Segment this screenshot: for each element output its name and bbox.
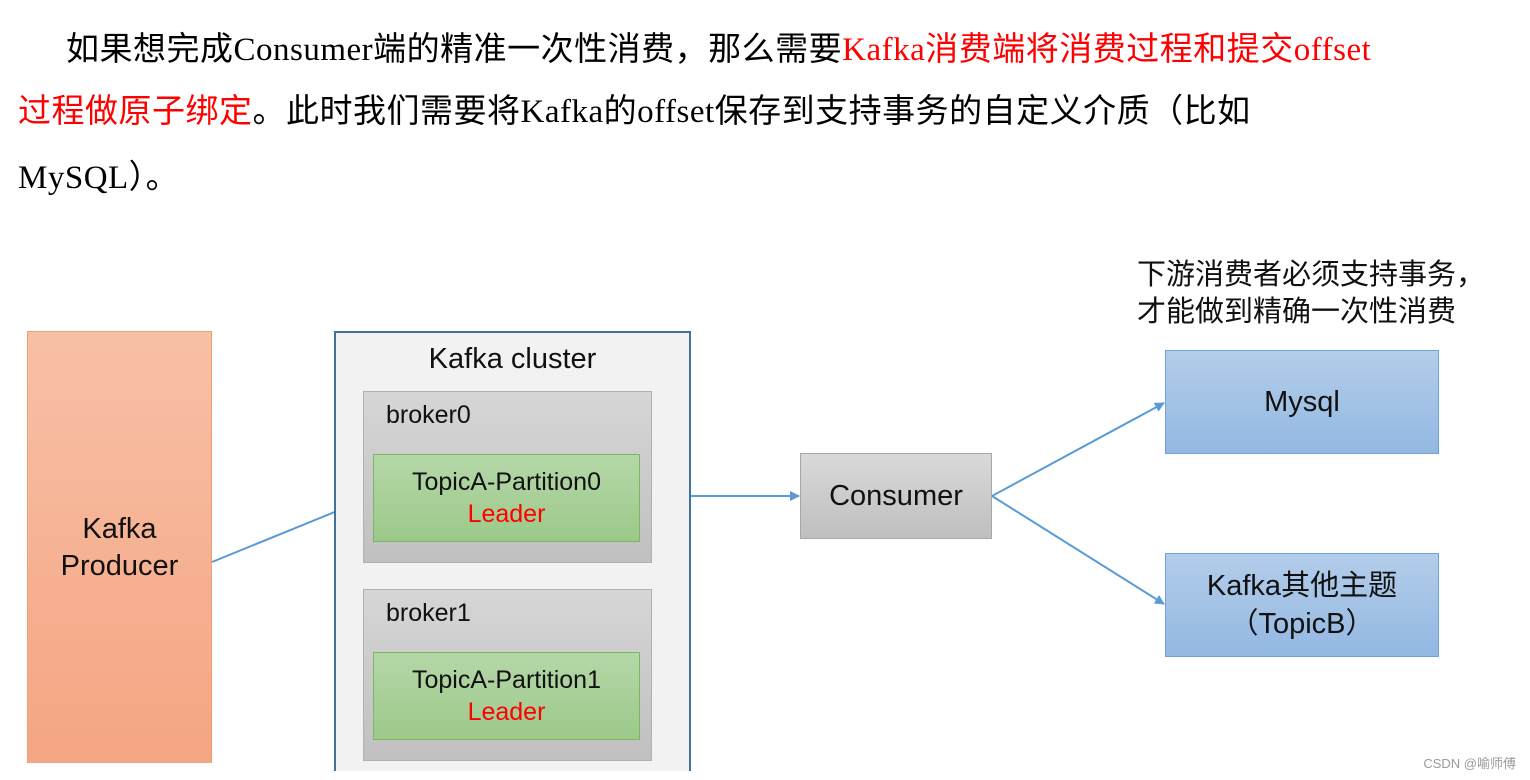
target-label: Kafka其他主题 — [1206, 570, 1398, 602]
consumer-label: Consumer — [829, 479, 963, 512]
broker-box: broker1 TopicA-Partition1 Leader — [363, 589, 652, 761]
broker-box: broker0 TopicA-Partition0 Leader — [363, 391, 652, 563]
broker-label: broker1 — [386, 599, 471, 627]
partition-box: TopicA-Partition1 Leader — [373, 652, 640, 740]
note-line-1: 下游消费者必须支持事务， — [1137, 259, 1486, 291]
kafka-cluster-box: Kafka cluster broker0 TopicA-Partition0 … — [334, 331, 691, 771]
watermark: CSDN @喻师傅 — [1423, 756, 1516, 771]
producer-label-line2: Producer — [60, 549, 179, 582]
consumer-box: Consumer — [800, 453, 992, 539]
partition-label: TopicA-Partition0 — [412, 468, 601, 496]
partition-role: Leader — [467, 500, 546, 528]
partition-label: TopicA-Partition1 — [412, 666, 601, 694]
note-text: 下游消费者必须支持事务， 才能做到精确一次性消费 — [1137, 257, 1485, 331]
target-label: Mysql — [1264, 386, 1340, 418]
partition-box: TopicA-Partition0 Leader — [373, 454, 640, 542]
mysql-box: Mysql — [1165, 350, 1439, 454]
arrow-consumer-to-mysql — [991, 402, 1165, 497]
partition-role: Leader — [467, 698, 546, 726]
note-line-2: 才能做到精确一次性消费 — [1137, 296, 1457, 328]
broker-label: broker0 — [386, 401, 471, 429]
arrow-consumer-to-topicb — [991, 495, 1165, 605]
kafka-producer-box: Kafka Producer — [27, 331, 212, 763]
cluster-title: Kafka cluster — [428, 343, 597, 375]
target-sublabel: （TopicB） — [1229, 608, 1375, 640]
kafka-topicb-box: Kafka其他主题 （TopicB） — [1165, 553, 1439, 657]
producer-label-line1: Kafka — [82, 512, 157, 545]
